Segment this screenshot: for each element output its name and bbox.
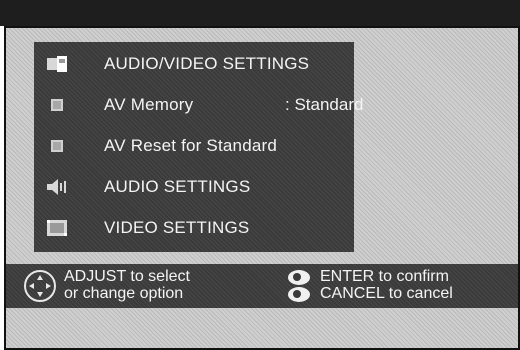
settings-menu: AUDIO/VIDEO SETTINGS AV Memory : Standar… bbox=[34, 42, 363, 252]
adjust-hint-line1: ADJUST to select bbox=[64, 268, 190, 285]
menu-item-label: VIDEO SETTINGS bbox=[104, 218, 250, 237]
enter-button-icon bbox=[288, 270, 310, 285]
av-memory-value: : Standard bbox=[285, 95, 364, 114]
adjust-hint-line2: or change option bbox=[64, 285, 184, 302]
menu-item-label: AUDIO SETTINGS bbox=[104, 177, 251, 196]
enter-hint: ENTER to confirm bbox=[320, 268, 449, 285]
cancel-hint: CANCEL to cancel bbox=[320, 285, 453, 302]
cancel-button-icon bbox=[288, 287, 310, 302]
menu-item-av-reset[interactable]: AV Reset for Standard bbox=[34, 129, 354, 163]
audio-video-settings-icon bbox=[46, 55, 68, 73]
menu-item-label: AV Reset for Standard bbox=[104, 136, 278, 155]
speaker-icon bbox=[46, 178, 68, 196]
video-icon bbox=[46, 219, 68, 237]
menu-item-audio-settings[interactable]: AUDIO SETTINGS bbox=[34, 170, 354, 204]
av-memory-icon bbox=[46, 96, 68, 114]
osd-screen: AUDIO/VIDEO SETTINGS AV Memory : Standar… bbox=[4, 26, 520, 350]
top-bar bbox=[0, 0, 520, 26]
help-bar: ADJUST to select or change option ENTER … bbox=[6, 264, 518, 308]
av-reset-icon bbox=[46, 137, 68, 155]
menu-item-video-settings[interactable]: VIDEO SETTINGS bbox=[34, 211, 354, 245]
menu-item-audio-video-settings[interactable]: AUDIO/VIDEO SETTINGS bbox=[34, 47, 354, 81]
menu-item-label: AUDIO/VIDEO SETTINGS bbox=[104, 54, 310, 73]
menu-item-label: AV Memory bbox=[104, 95, 194, 114]
menu-item-av-memory[interactable]: AV Memory : Standard bbox=[34, 88, 363, 122]
adjust-dpad-icon bbox=[24, 270, 56, 302]
